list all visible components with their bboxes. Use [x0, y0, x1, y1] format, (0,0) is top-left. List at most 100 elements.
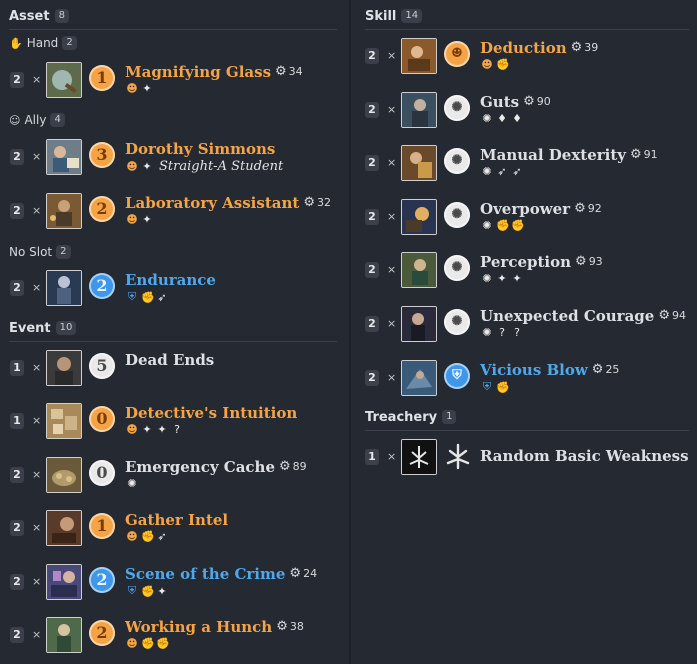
card-name[interactable]: Overpower ⚙ 92	[480, 200, 602, 218]
card-name[interactable]: Dorothy Simmons	[125, 140, 275, 158]
times-sign: ×	[32, 150, 42, 163]
card-name[interactable]: Deduction ⚙ 39	[480, 39, 598, 57]
wild-icon: ?	[499, 326, 505, 339]
card-row[interactable]: 2 × ✺ Guts ⚙ 90 ✺ ♦ ♦	[365, 92, 695, 128]
cost-icon: 2	[89, 196, 115, 222]
card-row[interactable]: 1 × 5 Dead Ends	[10, 350, 340, 386]
card-thumbnail[interactable]	[46, 403, 82, 439]
card-thumbnail[interactable]	[401, 360, 437, 396]
card-thumbnail[interactable]	[46, 457, 82, 493]
xp-indicator: ⚙ 25	[592, 361, 620, 379]
guardian-icon: ⛨	[482, 380, 492, 393]
intellect-icon: ☻	[126, 82, 138, 95]
card-row[interactable]: 1 × Random Basic Weakness	[365, 439, 695, 475]
section-title: Skill	[365, 8, 397, 24]
neutral-icon: ✺	[482, 112, 492, 125]
investigate-icon: ✦	[142, 423, 152, 436]
neutral-icon: ✺	[444, 148, 470, 174]
card-name[interactable]: Unexpected Courage ⚙ 94	[480, 307, 686, 325]
times-sign: ×	[32, 281, 42, 294]
card-row[interactable]: 2 × 1 Gather Intel ☻ ✊ ➶	[10, 510, 340, 546]
card-name-text: Endurance	[125, 271, 216, 289]
slot-label: Hand	[26, 36, 59, 50]
combat-icon: ✊	[141, 637, 155, 650]
card-name-text: Guts	[480, 93, 520, 111]
combat-icon: ✊	[141, 584, 155, 598]
xp-value: 94	[671, 309, 686, 322]
quantity-badge: 1	[10, 360, 24, 376]
card-thumbnail[interactable]	[401, 38, 437, 74]
card-thumbnail[interactable]	[46, 564, 82, 600]
card-name[interactable]: Emergency Cache ⚙ 89	[125, 458, 307, 476]
card-thumbnail[interactable]	[401, 145, 437, 181]
card-thumbnail[interactable]	[46, 270, 82, 306]
card-name[interactable]: Gather Intel	[125, 511, 228, 529]
card-row[interactable]: 2 × 2 Endurance ⛨ ✊ ➶	[10, 270, 340, 306]
card-name[interactable]: Manual Dexterity ⚙ 91	[480, 146, 658, 164]
xp-indicator: ⚙ 94	[658, 307, 686, 325]
card-name[interactable]: Guts ⚙ 90	[480, 93, 551, 111]
card-row[interactable]: 2 × 0 Emergency Cache ⚙ 89 ✺	[10, 457, 340, 493]
card-row[interactable]: 2 × 2 Laboratory Assistant ⚙ 32 ☻ ✦	[10, 193, 340, 229]
card-name[interactable]: Vicious Blow ⚙ 25	[480, 361, 619, 379]
card-thumbnail[interactable]	[401, 92, 437, 128]
cog-icon: ⚙	[591, 362, 604, 377]
card-row[interactable]: 2 × 3 Dorothy Simmons ☻ ✦ Straight-A Stude…	[10, 139, 340, 175]
card-row[interactable]: 2 × 1 Magnifying Glass ⚙ 34 ☻ ✦	[10, 62, 340, 98]
card-thumbnail[interactable]	[46, 139, 82, 175]
cost-icon: 3	[89, 142, 115, 168]
card-thumbnail[interactable]	[46, 510, 82, 546]
card-name[interactable]: Laboratory Assistant ⚙ 32	[125, 194, 331, 212]
times-sign: ×	[32, 575, 42, 588]
card-row[interactable]: 2 × 2 Working a Hunch ⚙ 38 ☻ ✊ ✊	[10, 617, 340, 653]
card-row[interactable]: 2 × ⛨ Vicious Blow ⚙ 25 ⛨ ✊	[365, 360, 695, 396]
times-sign: ×	[387, 450, 397, 463]
quantity-badge: 2	[365, 48, 379, 64]
card-thumbnail[interactable]	[46, 617, 82, 653]
guardian-icon: ⛨	[127, 584, 137, 597]
card-name-text: Magnifying Glass	[125, 63, 272, 81]
xp-value: 93	[588, 255, 603, 268]
card-thumbnail[interactable]	[401, 199, 437, 235]
card-row[interactable]: 2 × ✺ Perception ⚙ 93 ✺ ✦ ✦	[365, 252, 695, 288]
hand-icon: ✋	[9, 36, 23, 50]
intellect-icon: ☻	[126, 637, 138, 650]
card-row[interactable]: 1 × 0 Detective's Intuition ☻ ✦ ✦?	[10, 403, 340, 439]
xp-indicator: ⚙ 34	[275, 63, 303, 81]
xp-indicator: ⚙ 92	[574, 200, 602, 218]
card-row[interactable]: 2 × ☻ Deduction ⚙ 39 ☻ ✊	[365, 38, 695, 74]
intellect-icon: ☻	[444, 41, 470, 67]
card-thumbnail[interactable]	[46, 62, 82, 98]
card-thumbnail[interactable]	[401, 306, 437, 342]
xp-indicator: ⚙ 89	[279, 458, 307, 476]
card-thumbnail[interactable]	[401, 252, 437, 288]
card-thumbnail[interactable]	[46, 193, 82, 229]
section-treachery: Treachery 1	[365, 408, 457, 426]
card-row[interactable]: 2 × ✺ Manual Dexterity ⚙ 91 ✺ ➶ ➶	[365, 145, 695, 181]
cog-icon: ⚙	[570, 40, 583, 55]
skill-icons: ✺ ➶ ➶	[481, 165, 523, 178]
card-name[interactable]: Random Basic Weakness	[480, 447, 689, 465]
card-name[interactable]: Detective's Intuition	[125, 404, 297, 422]
skill-icons: ⛨ ✊ ➶	[126, 290, 168, 304]
card-row[interactable]: 2 × 2 Scene of the Crime ⚙ 24 ⛨ ✊ ✦	[10, 564, 340, 600]
cog-icon: ⚙	[523, 94, 535, 109]
quantity-badge: 2	[10, 149, 24, 165]
cog-icon: ⚙	[575, 254, 587, 269]
card-name[interactable]: Scene of the Crime ⚙ 24	[125, 565, 317, 583]
xp-value: 38	[289, 620, 304, 633]
card-name[interactable]: Working a Hunch ⚙ 38	[125, 618, 304, 636]
card-name[interactable]: Endurance	[125, 271, 216, 289]
investigate-icon: ✦	[142, 213, 152, 226]
intellect-icon: ☻	[126, 423, 138, 436]
card-thumbnail[interactable]	[46, 350, 82, 386]
combat-icon: ✊	[496, 380, 510, 394]
card-name[interactable]: Perception ⚙ 93	[480, 253, 603, 271]
card-row[interactable]: 2 × ✺ Overpower ⚙ 92 ✺ ✊ ✊	[365, 199, 695, 235]
card-name[interactable]: Magnifying Glass ⚙ 34	[125, 63, 303, 81]
card-row[interactable]: 2 × ✺ Unexpected Courage ⚙ 94 ✺??	[365, 306, 695, 342]
weakness-thumbnail[interactable]	[401, 439, 437, 475]
skill-icons: ✺ ♦ ♦	[481, 112, 523, 125]
card-name[interactable]: Dead Ends	[125, 351, 214, 369]
count-badge: 10	[55, 321, 77, 335]
